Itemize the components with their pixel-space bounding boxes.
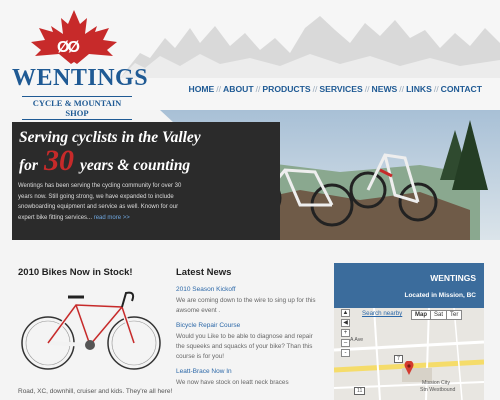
nav-links[interactable]: LINKS: [406, 84, 432, 94]
hero-years-text: years & counting: [79, 157, 191, 174]
zoom-in-button[interactable]: +: [341, 329, 350, 337]
nav-products[interactable]: PRODUCTS: [262, 84, 310, 94]
news-heading: Latest News: [176, 267, 232, 278]
news-item: 2010 Season Kickoff We are coming down t…: [176, 286, 321, 316]
news-item: Bicycle Repair Course Would you Like to …: [176, 322, 321, 362]
map-highway-11: 11: [354, 387, 366, 395]
news-item-body: We now have stock on leatt neck braces: [176, 379, 289, 386]
nav-about[interactable]: ABOUT: [223, 84, 254, 94]
map-location-text: Located in Mission, BC: [404, 292, 476, 299]
nav-separator: //: [364, 84, 370, 94]
map-label-station: Stn Westbound: [420, 387, 456, 393]
hero-for: for: [19, 157, 38, 174]
read-more-link[interactable]: read more >>: [94, 215, 130, 221]
nav-separator: //: [312, 84, 318, 94]
news-item-body: Would you Like to be able to diagnose an…: [176, 333, 313, 360]
nav-news[interactable]: NEWS: [372, 84, 398, 94]
map-zoom-controls: ▲ ◀ + – -: [341, 309, 355, 359]
map-type-selector: Map Sat Ter: [411, 310, 463, 320]
pan-up-icon[interactable]: ▲: [341, 309, 350, 317]
news-item-title[interactable]: 2010 Season Kickoff: [176, 286, 321, 293]
map-type-ter[interactable]: Ter: [446, 310, 463, 320]
news-item-title[interactable]: Bicycle Repair Course: [176, 322, 321, 329]
zoom-out-button[interactable]: -: [341, 349, 350, 357]
hero-years-number: 30: [43, 144, 74, 177]
news-item-body: We are coming down to the wire to sing u…: [176, 297, 316, 314]
header: ØØ WENTINGS CYCLE & MOUNTAIN SHOP HOME /…: [0, 0, 500, 120]
nav-separator: //: [216, 84, 222, 94]
news-list: 2010 Season Kickoff We are coming down t…: [176, 286, 321, 394]
map-highway-7: 7: [394, 355, 403, 363]
hero-body: Wentings has been serving the cycling co…: [18, 181, 190, 223]
mountain-treeline-graphic: [120, 16, 500, 78]
map-type-map[interactable]: Map: [411, 310, 431, 320]
zoom-slider-icon[interactable]: –: [341, 339, 350, 347]
bike-glyph-icon: ØØ: [57, 39, 80, 56]
nav-home[interactable]: HOME: [188, 84, 214, 94]
map-type-sat[interactable]: Sat: [430, 310, 448, 320]
brand-name: WENTINGS: [12, 65, 149, 91]
pan-left-icon[interactable]: ◀: [341, 319, 350, 327]
map-header: WENTINGS Located in Mission, BC: [334, 263, 484, 308]
location-map-widget: WENTINGS Located in Mission, BC ▲ ◀ + – …: [334, 263, 484, 400]
bikes-caption: Road, XC, downhill, cruiser and kids. Th…: [18, 388, 173, 395]
main-nav: HOME // ABOUT // PRODUCTS // SERVICES //…: [188, 84, 482, 94]
map-label-city: Mission City: [422, 380, 450, 386]
nav-contact[interactable]: CONTACT: [441, 84, 482, 94]
map-label-ave: A Ave: [350, 337, 364, 343]
site-logo[interactable]: ØØ WENTINGS CYCLE & MOUNTAIN SHOP: [12, 8, 149, 120]
nav-services[interactable]: SERVICES: [319, 84, 362, 94]
news-item-title[interactable]: Leatt-Brace Now In: [176, 368, 321, 375]
nav-separator: //: [399, 84, 405, 94]
news-item: Leatt-Brace Now In We now have stock on …: [176, 368, 321, 388]
hero-subheadline: for 30 years & counting: [19, 146, 190, 176]
search-nearby-link[interactable]: Search nearby: [362, 310, 402, 317]
map-pin-icon[interactable]: [404, 361, 414, 375]
nav-separator: //: [433, 84, 439, 94]
map-business-name: WENTINGS: [430, 273, 476, 283]
hero-banner: Serving cyclists in the Valley for 30 ye…: [0, 110, 500, 240]
road-bike-image[interactable]: [18, 285, 164, 375]
bikes-heading: 2010 Bikes Now in Stock!: [18, 267, 133, 278]
nav-separator: //: [255, 84, 261, 94]
